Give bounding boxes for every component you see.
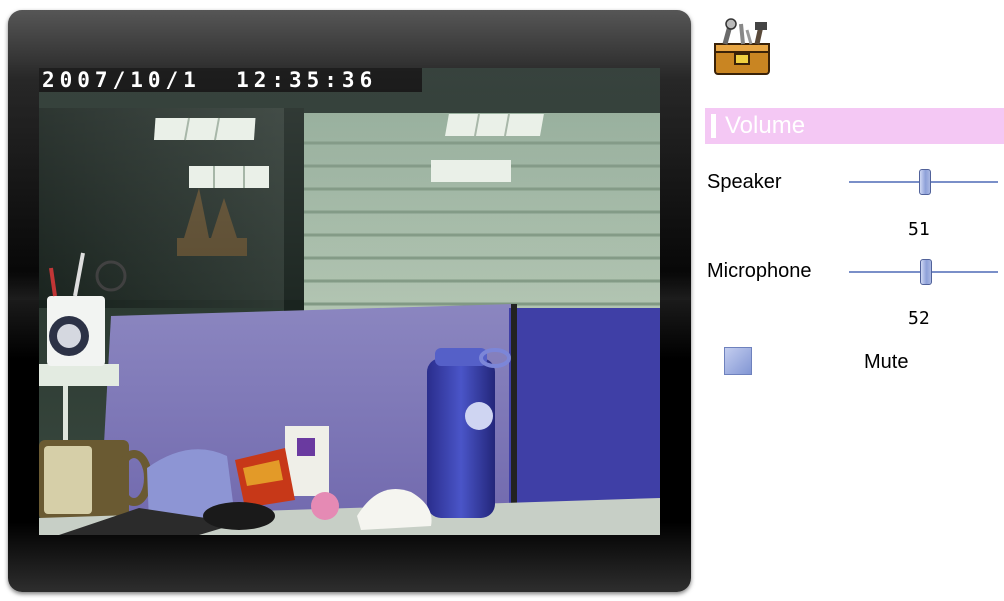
speaker-value: 51 <box>908 219 930 240</box>
video-timestamp: 2007/10/1 12:35:36 <box>39 68 422 92</box>
microphone-slider-thumb[interactable] <box>920 259 933 285</box>
volume-header-marker <box>711 114 716 138</box>
mute-label: Mute <box>864 351 909 373</box>
camera-video-view: 2007/10/1 12:35:36 <box>39 68 660 535</box>
speaker-slider-thumb[interactable] <box>918 169 931 195</box>
microphone-value: 52 <box>908 308 930 329</box>
video-frame: 2007/10/1 12:35:36 <box>8 10 691 592</box>
volume-header: Volume <box>705 108 1004 144</box>
speaker-label: Speaker <box>707 171 782 193</box>
speaker-slider[interactable] <box>849 167 998 197</box>
camera-image <box>39 68 660 535</box>
mute-checkbox[interactable] <box>724 347 752 375</box>
volume-title: Volume <box>725 112 806 139</box>
toolbox-icon[interactable] <box>711 18 773 78</box>
microphone-slider[interactable] <box>849 257 998 287</box>
microphone-label: Microphone <box>707 260 812 282</box>
